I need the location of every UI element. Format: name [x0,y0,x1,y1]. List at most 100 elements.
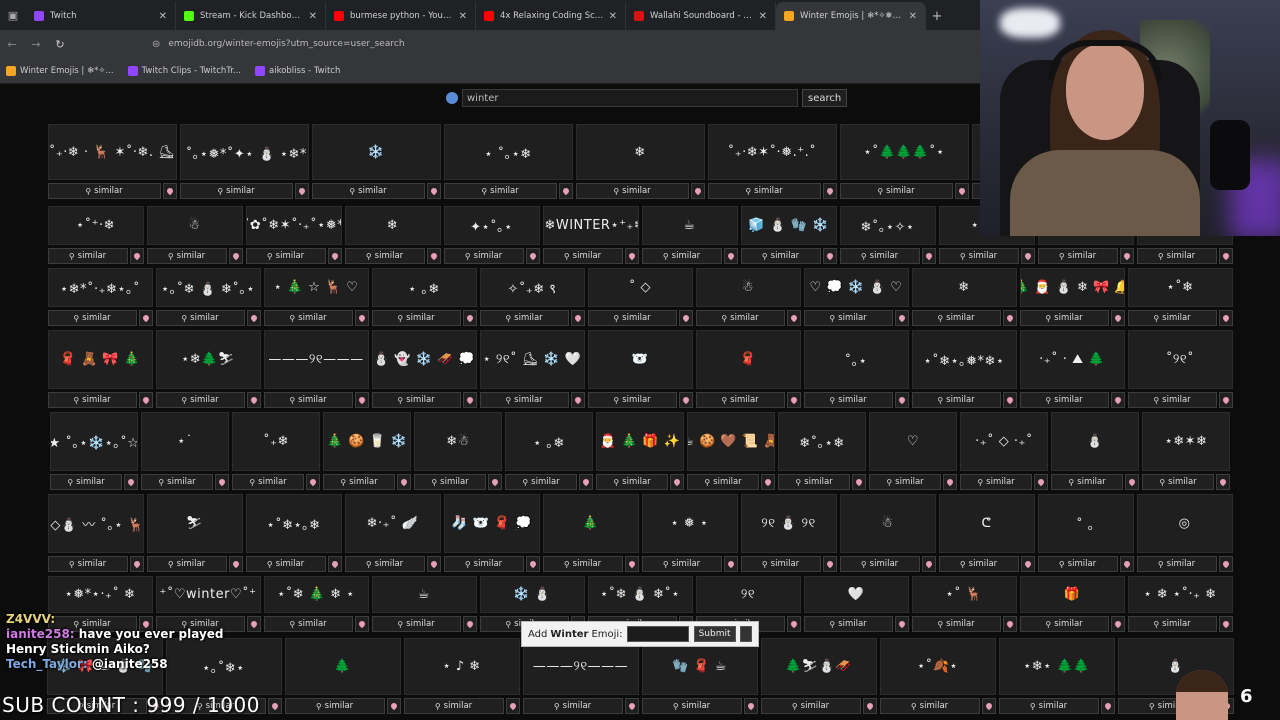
search-input[interactable] [462,89,798,107]
favorite-heart-button[interactable] [690,183,705,199]
favorite-heart-button[interactable] [215,474,229,490]
tab-2[interactable]: burmese python - YouTube ✕ [326,2,476,30]
similar-button[interactable]: ⚲similar [803,392,893,408]
similar-button[interactable]: ⚲similar [443,556,524,572]
similar-button[interactable]: ⚲similar [740,248,821,264]
similar-button[interactable]: ⚲similar [263,616,353,632]
tab-1[interactable]: Stream - Kick Dashboard ✕ [176,2,326,30]
emoji-copy-box[interactable]: ‧₊˚ ◇ ‧₊˚ [960,412,1048,471]
favorite-heart-button[interactable] [426,556,441,572]
favorite-heart-button[interactable] [624,248,639,264]
emoji-copy-box[interactable]: ⛷ [146,494,243,553]
emoji-copy-box[interactable]: 🌲 [284,638,401,695]
favorite-heart-button[interactable] [723,248,738,264]
similar-button[interactable]: ⚲similar [479,310,569,326]
similar-button[interactable]: ⚲similar [403,698,504,714]
similar-button[interactable]: ⚲similar [869,474,941,490]
search-button[interactable]: search [802,89,848,107]
bookmark-item[interactable]: Twitch Clips - TwitchTr... [127,65,241,76]
tab-0[interactable]: Twitch ✕ [26,2,176,30]
emoji-copy-box[interactable]: ☃︎ [146,206,243,245]
emoji-copy-box[interactable]: ☃︎ [695,268,801,307]
similar-button[interactable]: ⚲similar [687,474,759,490]
favorite-heart-button[interactable] [462,310,477,326]
tab-search-icon[interactable]: ▣ [0,0,26,30]
emoji-copy-box[interactable]: 🧣 [695,330,801,389]
similar-button[interactable]: ⚲similar [1136,556,1217,572]
emoji-copy-box[interactable]: ⋆˚◇⛄ 〰 ˚｡⋆ 🦌 ९ [47,494,144,553]
emoji-copy-box[interactable]: 🧊 ⛄ 🧤 ❄️ [740,206,837,245]
emoji-copy-box[interactable]: ⋆ ❅ ⋆ [641,494,738,553]
emoji-copy-box[interactable]: ‧₊˚ ‧ ⛰ 🌲 [1019,330,1125,389]
favorite-heart-button[interactable] [138,310,153,326]
similar-button[interactable]: ⚲similar [641,248,722,264]
bookmark-item[interactable]: Winter Emojis | ❄*✧... [6,65,114,76]
similar-button[interactable]: ⚲similar [803,616,893,632]
favorite-heart-button[interactable] [1218,392,1233,408]
tab-close-icon[interactable]: ✕ [309,11,317,22]
emoji-copy-box[interactable]: ⋆˚❄︎ ⛄ ❄︎˚⋆ [587,576,693,613]
similar-button[interactable]: ⚲similar [641,556,722,572]
emoji-copy-box[interactable]: ˚₊‧❄︎✶˚‧❅.⁺.˚ [707,124,837,180]
emoji-copy-box[interactable]: ☕ [371,576,477,613]
emoji-copy-box[interactable]: ⋆ 🎄 ☆ 🦌 ♡ [263,268,369,307]
back-icon[interactable]: ← [0,38,24,51]
favorite-heart-button[interactable] [246,392,261,408]
similar-button[interactable]: ⚲similar [146,556,227,572]
emoji-copy-box[interactable]: ⛄ [1051,412,1139,471]
similar-button[interactable]: ⚲similar [263,392,353,408]
similar-button[interactable]: ⚲similar [47,248,128,264]
emoji-picker-icon[interactable] [739,626,752,642]
favorite-heart-button[interactable] [670,474,684,490]
similar-button[interactable]: ⚲similar [232,474,304,490]
similar-button[interactable]: ⚲similar [1127,392,1217,408]
favorite-heart-button[interactable] [678,310,693,326]
emoji-copy-box[interactable]: ˚ ｡ [1037,494,1134,553]
favorite-heart-button[interactable] [852,474,866,490]
favorite-heart-button[interactable] [488,474,502,490]
emoji-copy-box[interactable]: ✦⋆˚｡⋆ [443,206,540,245]
similar-button[interactable]: ⚲similar [311,183,425,199]
emoji-copy-box[interactable]: ❄︎ [344,206,441,245]
emoji-copy-box[interactable]: ♡ [869,412,957,471]
similar-button[interactable]: ⚲similar [542,248,623,264]
favorite-heart-button[interactable] [1020,556,1035,572]
tab-close-icon[interactable]: ✕ [159,11,167,22]
similar-button[interactable]: ⚲similar [695,310,785,326]
favorite-heart-button[interactable] [426,183,441,199]
emoji-copy-box[interactable]: ♡ 💭 ❄️ ⛄ ♡ [803,268,909,307]
favorite-heart-button[interactable] [1002,616,1017,632]
tab-5[interactable]: Winter Emojis | ❄*✧❅.*✿.* ✕ [776,2,926,30]
emoji-copy-box[interactable]: ⋆˚✿˚❄︎✶˚‧₊˚⋆❅*⋆ [245,206,342,245]
favorite-heart-button[interactable] [426,248,441,264]
emoji-copy-box[interactable]: ⋆ ˚｡⋆❄ [443,124,573,180]
emoji-copy-box[interactable]: ⋆˚ 🦌 [911,576,1017,613]
emoji-copy-box[interactable]: 🎅 🎄 🎁 ✨ [596,412,684,471]
site-info-icon[interactable]: ⊜ [152,39,160,50]
emoji-copy-box[interactable]: ❄︎˚｡⋆✧⋆ [839,206,936,245]
similar-button[interactable]: ⚲similar [141,474,213,490]
favorite-heart-button[interactable] [228,556,243,572]
favorite-heart-button[interactable] [294,183,309,199]
emoji-copy-box[interactable]: 🎄 🎅 ⛄ ❄ 🎀 🔔 [1019,268,1125,307]
similar-button[interactable]: ⚲similar [443,248,524,264]
favorite-heart-button[interactable] [624,556,639,572]
favorite-heart-button[interactable] [228,248,243,264]
emoji-copy-box[interactable]: 🎄 [542,494,639,553]
favorite-heart-button[interactable] [1125,474,1139,490]
similar-button[interactable]: ⚲similar [371,616,461,632]
new-tab-button[interactable]: + [926,2,948,30]
favorite-heart-button[interactable] [505,698,520,714]
favorite-heart-button[interactable] [921,556,936,572]
favorite-heart-button[interactable] [327,556,342,572]
similar-button[interactable]: ⚲similar [1019,310,1109,326]
url-field[interactable]: ⊜ emojidb.org/winter-emojis?utm_source=u… [152,39,405,50]
tab-close-icon[interactable]: ✕ [609,11,617,22]
similar-button[interactable]: ⚲similar [1051,474,1123,490]
emoji-copy-box[interactable]: ❄️ ⛄ [479,576,585,613]
similar-button[interactable]: ⚲similar [47,556,128,572]
similar-button[interactable]: ⚲similar [371,310,461,326]
tab-close-icon[interactable]: ✕ [759,11,767,22]
favorite-heart-button[interactable] [129,556,144,572]
similar-button[interactable]: ⚲similar [911,616,1001,632]
